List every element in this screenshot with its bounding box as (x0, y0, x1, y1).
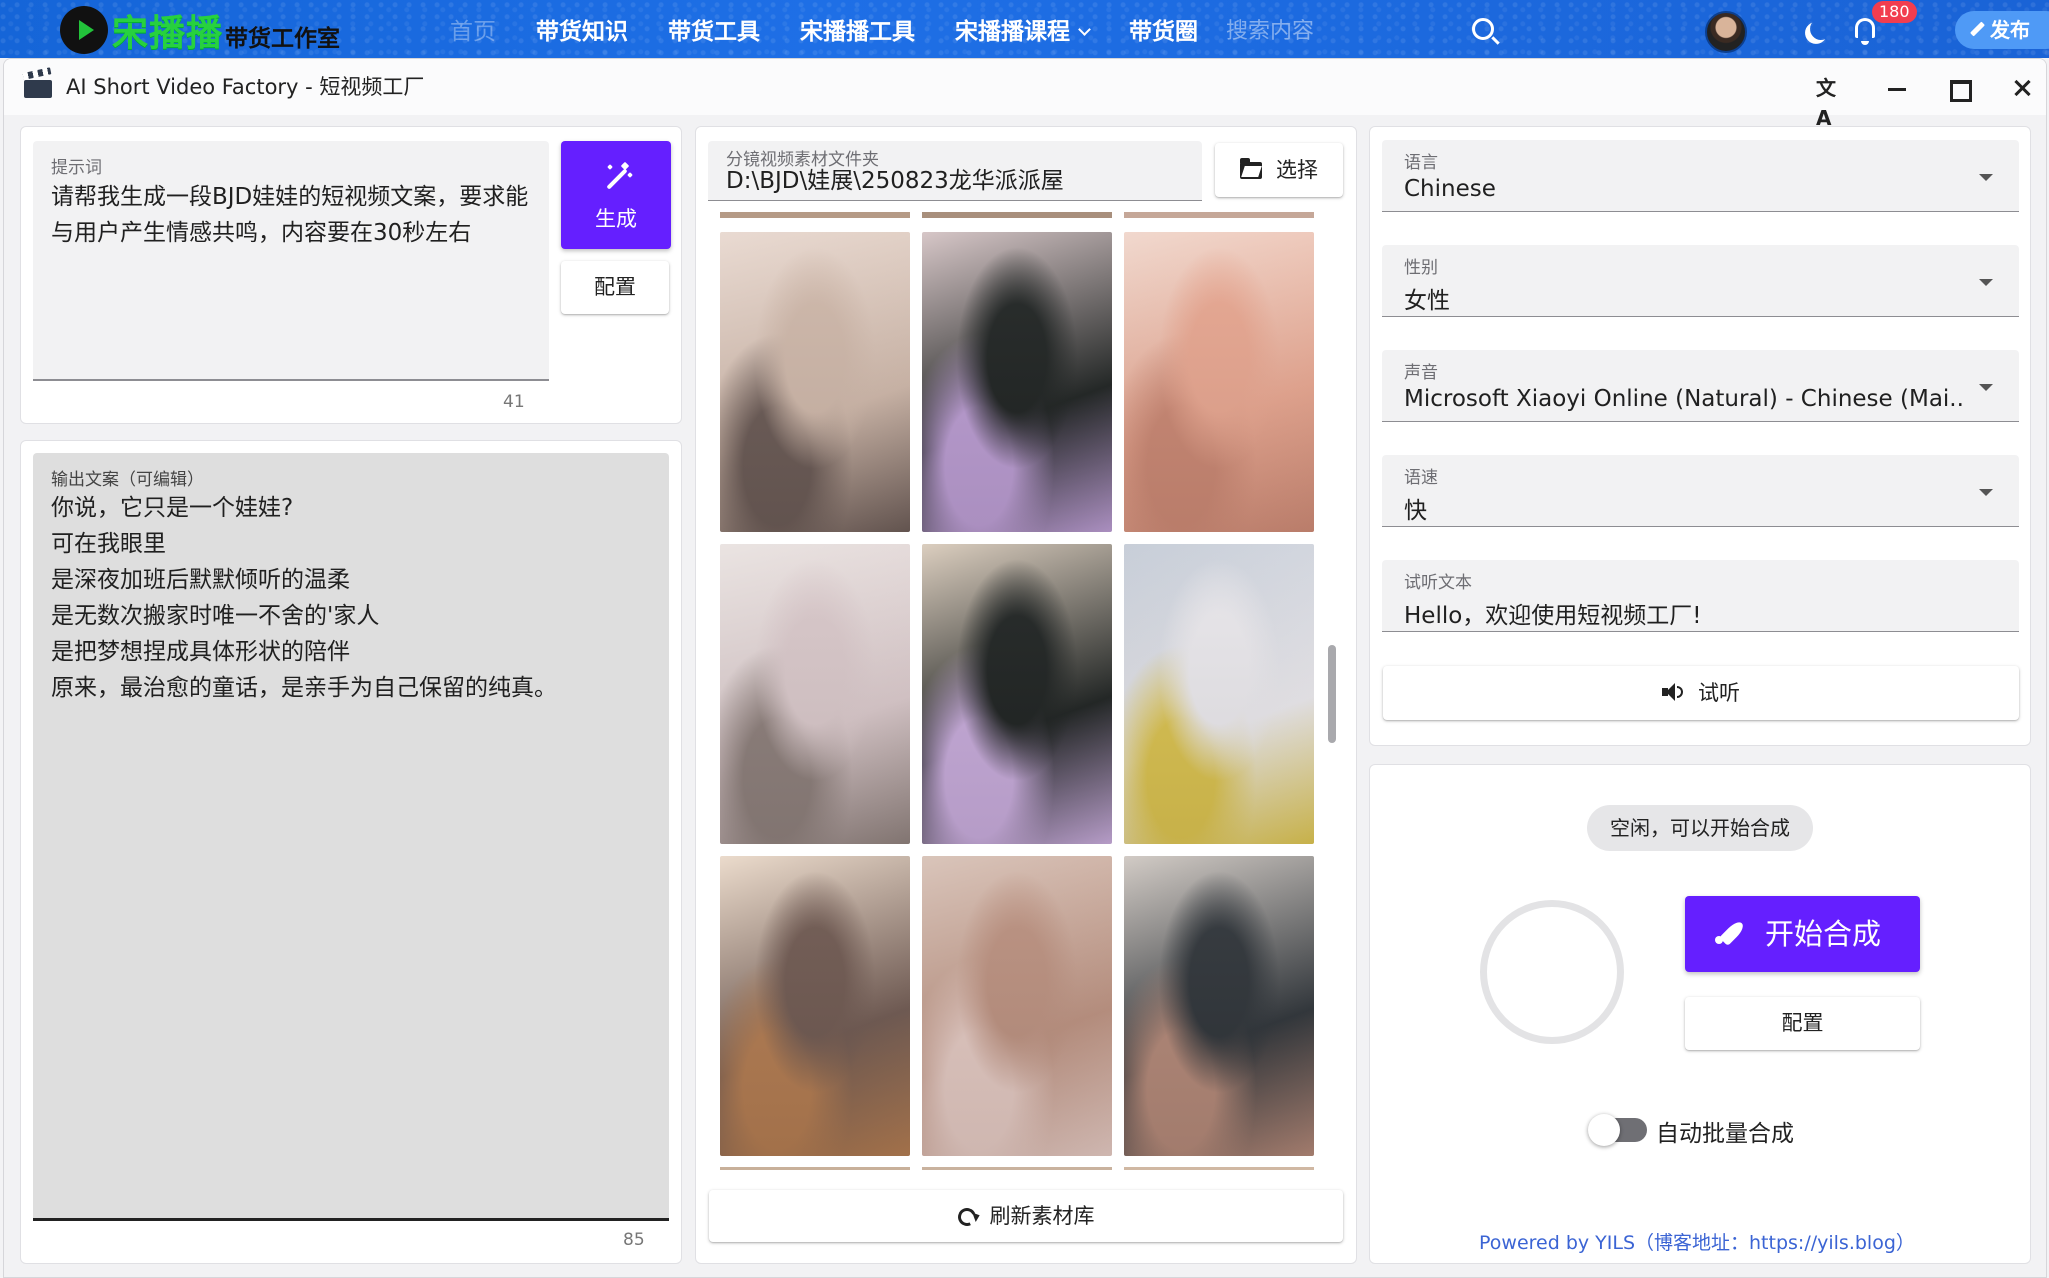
refresh-library-button[interactable]: 刷新素材库 (709, 1190, 1343, 1242)
material-thumbnail[interactable] (1124, 232, 1314, 532)
nav-item-home[interactable]: 首页 (450, 12, 496, 46)
partial-row-top (1124, 212, 1314, 218)
output-char-count: 85 (623, 1230, 645, 1250)
chevron-down-icon (1078, 23, 1091, 36)
logo-sub-text: 带货工作室 (225, 26, 341, 52)
logo-main-text: 宋播播 (112, 13, 224, 54)
rocket-icon (1715, 918, 1745, 948)
gender-select[interactable]: 性别 女性 (1382, 245, 2019, 317)
listen-button[interactable]: 试听 (1383, 666, 2019, 720)
preview-text-field[interactable]: 试听文本 Hello，欢迎使用短视频工厂! (1382, 560, 2019, 632)
language-label: 语言 (1404, 153, 1438, 173)
language-select[interactable]: 语言 Chinese (1382, 140, 2019, 212)
material-gallery[interactable] (718, 160, 1330, 1170)
status-badge: 空闲，可以开始合成 (1587, 805, 1813, 851)
material-thumbnail[interactable] (1124, 856, 1314, 1156)
nav-item-knowledge[interactable]: 带货知识 (536, 12, 628, 46)
prompt-value: 请帮我生成一段BJD娃娃的短视频文案，要求能与用户产生情感共鸣，内容要在30秒左… (51, 184, 529, 246)
nav-item-sbb-tools[interactable]: 宋播播工具 (800, 12, 915, 46)
play-logo-icon (60, 6, 108, 54)
listen-label: 试听 (1698, 681, 1740, 705)
auto-batch-toggle-knob[interactable] (1588, 1114, 1620, 1146)
nav-item-circle[interactable]: 带货圈 (1129, 12, 1198, 46)
clapperboard-icon (22, 67, 54, 98)
material-thumbnail[interactable] (922, 232, 1112, 532)
publish-label: 发布 (1990, 18, 2030, 42)
partial-row-top (922, 212, 1112, 218)
synthesis-config-button[interactable]: 配置 (1685, 997, 1920, 1050)
prompt-char-count: 41 (503, 392, 525, 412)
partial-row-bottom (720, 1167, 910, 1170)
voice-label: 声音 (1404, 363, 1438, 383)
translate-icon[interactable]: 文A (1816, 73, 1846, 130)
preview-text-value: Hello，欢迎使用短视频工厂! (1404, 603, 1702, 629)
speed-value: 快 (1404, 498, 1427, 524)
pencil-icon (1970, 21, 1985, 37)
partial-row-bottom (1124, 1167, 1314, 1170)
refresh-icon (954, 1205, 979, 1229)
output-label: 输出文案（可编辑） (51, 470, 204, 490)
preview-text-label: 试听文本 (1404, 573, 1472, 593)
window-title: AI Short Video Factory - 短视频工厂 (66, 75, 425, 99)
output-value: 你说，它只是一个娃娃? 可在我眼里 是深夜加班后默默倾听的温柔 是无数次搬家时唯… (51, 495, 557, 701)
nav-item-tools[interactable]: 带货工具 (668, 12, 760, 46)
site-logo[interactable]: 宋播播 带货工作室 (60, 6, 341, 54)
dropdown-arrow-icon (1979, 384, 1993, 391)
publish-button[interactable]: 发布 (1955, 11, 2049, 49)
material-thumbnail[interactable] (720, 232, 910, 532)
material-thumbnail[interactable] (922, 856, 1112, 1156)
user-avatar[interactable] (1705, 11, 1747, 53)
output-textarea[interactable]: 输出文案（可编辑） 你说，它只是一个娃娃? 可在我眼里 是深夜加班后默默倾听的温… (33, 453, 669, 1221)
auto-batch-label: 自动批量合成 (1656, 1121, 1794, 1147)
site-search-input[interactable]: 搜索内容 (1226, 13, 1486, 47)
generate-button[interactable]: 生成 (561, 141, 671, 249)
minimize-icon[interactable] (1882, 73, 1912, 103)
voice-value: Microsoft Xiaoyi Online (Natural) - Chin… (1404, 386, 1964, 412)
dropdown-arrow-icon (1979, 279, 1993, 286)
nav-item-courses-label: 宋播播课程 (955, 19, 1070, 45)
progress-ring (1480, 900, 1624, 1044)
start-synthesis-button[interactable]: 开始合成 (1685, 896, 1920, 972)
material-thumbnail[interactable] (720, 856, 910, 1156)
prompt-config-button[interactable]: 配置 (561, 261, 669, 314)
notification-badge: 180 (1872, 1, 1917, 23)
material-thumbnail[interactable] (922, 544, 1112, 844)
speaker-icon (1662, 682, 1684, 702)
speed-label: 语速 (1404, 468, 1438, 488)
speed-select[interactable]: 语速 快 (1382, 455, 2019, 527)
dropdown-arrow-icon (1979, 489, 1993, 496)
gender-label: 性别 (1404, 258, 1438, 278)
partial-row-bottom (922, 1167, 1112, 1170)
prompt-textarea[interactable]: 提示词 请帮我生成一段BJD娃娃的短视频文案，要求能与用户产生情感共鸣，内容要在… (33, 141, 549, 381)
powered-by-link[interactable]: Powered by YILS（博客地址：https://yils.blog） (1479, 1228, 1915, 1255)
prompt-label: 提示词 (51, 158, 102, 178)
search-icon[interactable] (1472, 18, 1494, 40)
window-titlebar[interactable]: AI Short Video Factory - 短视频工厂 文A (4, 59, 2046, 130)
site-nav: 首页 带货知识 带货工具 宋播播工具 宋播播课程 带货圈 (450, 0, 1238, 58)
material-thumbnail[interactable] (1124, 544, 1314, 844)
magic-wand-icon (602, 161, 633, 193)
maximize-icon[interactable] (1944, 73, 1974, 103)
bell-icon[interactable] (1855, 18, 1875, 45)
voice-select[interactable]: 声音 Microsoft Xiaoyi Online (Natural) - C… (1382, 350, 2019, 422)
gender-value: 女性 (1404, 288, 1450, 314)
gallery-scrollbar[interactable] (1328, 645, 1336, 743)
refresh-label: 刷新素材库 (989, 1204, 1095, 1228)
close-icon[interactable] (2007, 73, 2037, 103)
partial-row-top (720, 212, 910, 218)
site-navbar: 宋播播 带货工作室 首页 带货知识 带货工具 宋播播工具 宋播播课程 带货圈 搜… (0, 0, 2049, 58)
material-thumbnail[interactable] (720, 544, 910, 844)
nav-item-courses[interactable]: 宋播播课程 (955, 12, 1091, 46)
start-synthesis-label: 开始合成 (1765, 917, 1882, 951)
tts-settings-card (1369, 126, 2031, 746)
dropdown-arrow-icon (1979, 174, 1993, 181)
generate-label: 生成 (595, 207, 637, 231)
language-value: Chinese (1404, 176, 1496, 202)
